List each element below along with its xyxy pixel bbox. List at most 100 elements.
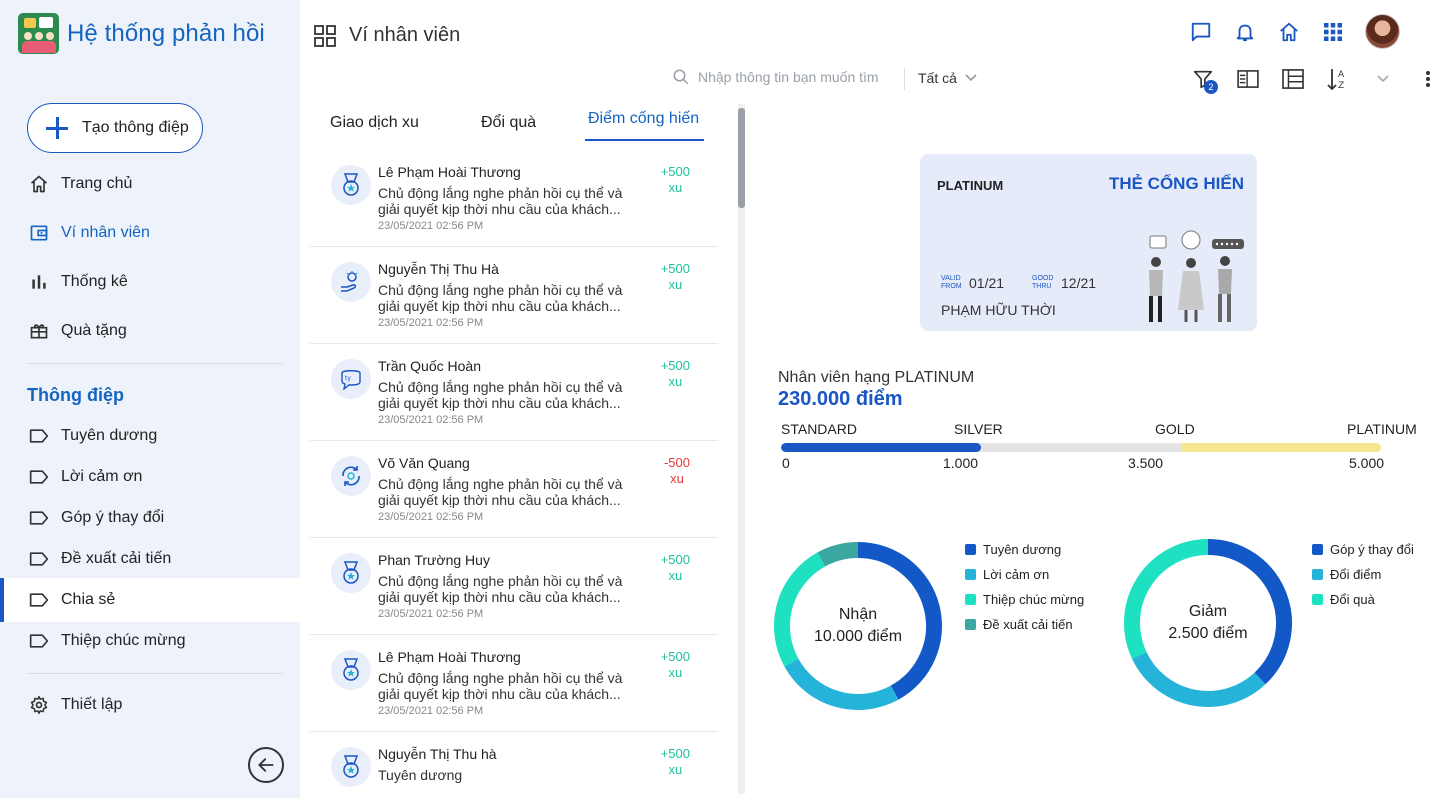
nav-item-settings[interactable]: Thiết lập (0, 683, 300, 727)
transaction-amount: +500 xu (661, 746, 690, 778)
transaction-name: Võ Văn Quang (378, 455, 470, 471)
transaction-item[interactable]: Lê Phạm Hoài Thương Chủ động lắng nghe ph… (310, 635, 718, 732)
scrollbar-thumb[interactable] (738, 108, 745, 208)
wallet-tabs: Giao dịch xu Đổi quà Điểm cống hiến (310, 104, 728, 144)
amount-value: +500 (660, 746, 690, 761)
nav-item-gifts[interactable]: Quà tặng (0, 309, 300, 353)
medal-icon (331, 650, 371, 690)
tab-coin-transactions[interactable]: Giao dịch xu (330, 114, 419, 132)
home-icon[interactable] (1277, 20, 1301, 44)
label-icon (28, 425, 50, 447)
label-icon (28, 589, 50, 611)
transaction-item[interactable]: Phan Trường Huy Chủ động lắng nghe phản h… (310, 538, 718, 635)
user-avatar[interactable] (1365, 14, 1400, 49)
create-message-label: Tạo thông điệp (82, 119, 189, 136)
valid-from-value: 01/21 (969, 275, 1005, 291)
level-silver: SILVER (954, 421, 1003, 437)
rank-label: Nhân viên hạng PLATINUM (778, 369, 975, 386)
transaction-time: 23/05/2021 02:56 PM (378, 220, 484, 232)
transaction-item[interactable]: Lê Phạm Hoài Thương Chủ động lắng nghe ph… (310, 150, 718, 247)
level-platinum: PLATINUM (1347, 421, 1417, 437)
nav-label: Quà tặng (61, 322, 127, 339)
label-item-thanks[interactable]: Lời cảm ơn (0, 455, 300, 499)
create-message-button[interactable]: Tạo thông điệp (27, 103, 203, 153)
donut-value: 10.000 điểm (813, 628, 903, 645)
gift-icon (28, 320, 50, 342)
legend-swatch (1312, 594, 1323, 605)
nav-label: Thống kê (61, 273, 128, 290)
label-item-commendation[interactable]: Tuyên dương (0, 414, 300, 458)
legend-swatch (1312, 544, 1323, 555)
transaction-description: Chủ động lắng nghe phản hồi cụ thể và gi… (378, 282, 623, 314)
transaction-description: Chủ động lắng nghe phản hồi cụ thể và gi… (378, 476, 623, 508)
label-icon (28, 548, 50, 570)
transaction-time: 23/05/2021 02:56 PM (378, 608, 484, 620)
label-item-improvement[interactable]: Đề xuất cải tiến (0, 537, 300, 581)
label-item-share[interactable]: Chia sẻ (0, 578, 300, 622)
more-vertical-icon[interactable] (1415, 66, 1440, 92)
plus-icon (44, 115, 70, 141)
transaction-item[interactable]: Nguyễn Thị Thu Hà Chủ động lắng nghe phản… (310, 247, 718, 344)
nav-item-wallet[interactable]: Ví nhân viên (0, 211, 300, 255)
split-view-icon[interactable] (1235, 66, 1261, 92)
tab-gift-exchange[interactable]: Đổi quà (481, 114, 536, 132)
active-tab-indicator (585, 139, 704, 141)
nav-item-statistics[interactable]: Thống kê (0, 260, 300, 304)
amount-unit: xu (668, 180, 683, 195)
amount-value: +500 (660, 649, 690, 664)
gold-range (1181, 443, 1381, 452)
section-title: Thông điệp (27, 385, 124, 405)
grid-view-icon[interactable] (314, 24, 336, 47)
status-filter-value: Tất cả (918, 70, 957, 86)
collapse-sidebar-button[interactable] (248, 747, 284, 783)
idea-hand-icon (331, 262, 371, 302)
transaction-name: Phan Trường Huy (378, 552, 490, 568)
label-item-feedback[interactable]: Góp ý thay đổi (0, 496, 300, 540)
transaction-description: Tuyên dương (378, 767, 463, 783)
tick-label: 0 (782, 455, 790, 471)
legend-item: Góp ý thay đổi (1312, 537, 1414, 562)
donut-segment (817, 542, 859, 567)
status-filter-select[interactable]: Tất cả (918, 70, 977, 86)
nav-item-home[interactable]: Trang chủ (0, 162, 300, 206)
label-icon (28, 466, 50, 488)
transaction-item[interactable]: Nguyễn Thị Thu hàTuyên dương23/05/2021 0… (310, 732, 718, 798)
svg-text:A: A (1338, 70, 1345, 80)
medal-icon (331, 165, 371, 205)
search-placeholder: Nhập thông tin bạn muốn tìm (698, 69, 879, 85)
arrow-left-icon (258, 758, 274, 772)
chevron-down-icon[interactable] (1370, 66, 1396, 92)
tab-contribution-points[interactable]: Điểm cống hiến (588, 110, 699, 128)
label-icon (28, 630, 50, 652)
gear-icon (28, 694, 50, 716)
amount-value: +500 (660, 552, 690, 567)
donut-segment (784, 658, 899, 710)
sort-icon[interactable]: AZ (1325, 66, 1351, 92)
legend-swatch (965, 594, 976, 605)
transaction-name: Nguyễn Thị Thu hà (378, 746, 497, 762)
legend-swatch (965, 569, 976, 580)
apps-grid-icon[interactable] (1321, 20, 1345, 44)
home-icon (28, 173, 50, 195)
filter-button[interactable]: 2 (1190, 66, 1218, 94)
chat-icon[interactable] (1189, 20, 1213, 44)
sidebar: Hệ thống phản hồi Tạo thông điệp Trang c… (0, 0, 300, 798)
transaction-amount: +500 xu (661, 649, 690, 681)
label-item-label: Thiệp chúc mừng (61, 632, 186, 649)
filter-count-badge: 2 (1204, 80, 1218, 94)
search-box[interactable]: Nhập thông tin bạn muốn tìm (672, 68, 879, 86)
brand[interactable]: Hệ thống phản hồi (18, 13, 265, 54)
amount-value: +500 (660, 358, 690, 373)
medal-icon (331, 747, 371, 787)
bell-icon[interactable] (1233, 20, 1257, 44)
list-view-icon[interactable] (1280, 66, 1306, 92)
legend-item: Đề xuất cải tiến (965, 612, 1084, 637)
exchange-icon (331, 456, 371, 496)
transaction-item[interactable]: Võ Văn Quang Chủ động lắng nghe phản hồi … (310, 441, 718, 538)
good-thru-label: GOOD THRU (1032, 275, 1054, 290)
label-item-greeting-card[interactable]: Thiệp chúc mừng (0, 619, 300, 663)
amount-unit: xu (668, 762, 683, 777)
transaction-time: 23/05/2021 02:56 PM (378, 414, 484, 426)
transaction-item[interactable]: ty Trần Quốc Hoàn Chủ động lắng nghe phản … (310, 344, 718, 441)
donut-value: 2.500 điểm (1168, 625, 1248, 642)
